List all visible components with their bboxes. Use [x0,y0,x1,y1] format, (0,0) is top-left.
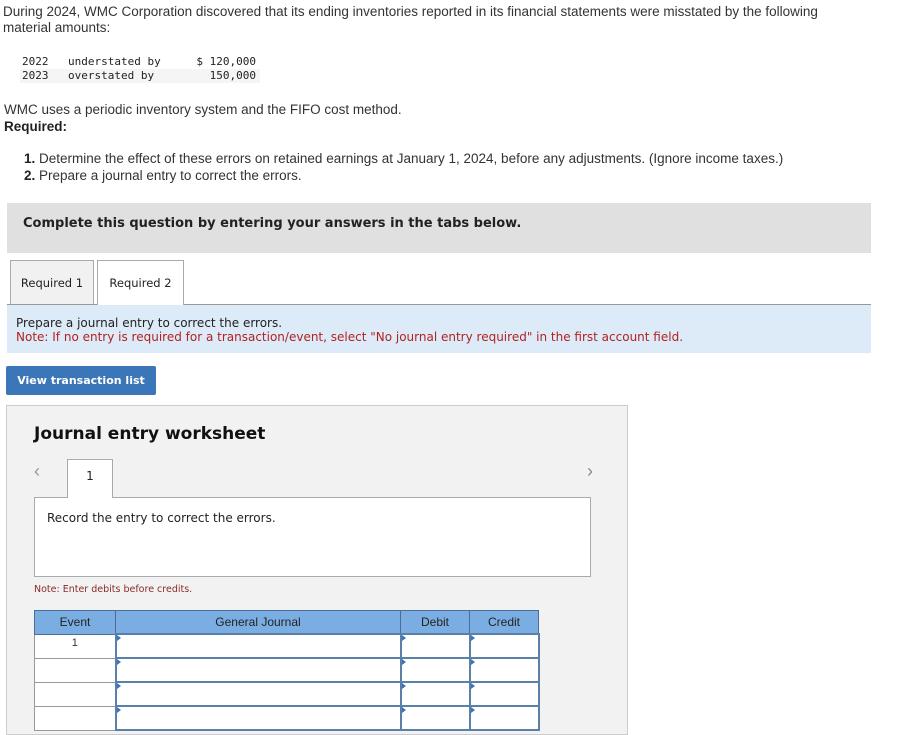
account-input[interactable] [114,681,402,707]
worksheet-title: Journal entry worksheet [34,424,266,444]
description: understated by [68,55,161,68]
column-header-credit: Credit [469,610,539,635]
account-input[interactable] [114,705,402,731]
requirements-list: 1. Determine the effect of these errors … [24,150,783,184]
debit-input[interactable] [399,657,471,683]
credit-input[interactable] [468,657,540,683]
misstatement-table: 2022 understated by $ 120,000 2023 overs… [20,55,260,83]
tab-instructions: Prepare a journal entry to correct the e… [7,305,871,353]
debit-note: Note: Enter debits before credits. [34,584,193,595]
journal-table: Event General Journal Debit Credit 1 [34,610,540,731]
misstatement-row: 2023 overstated by 150,000 [20,69,260,83]
credit-input[interactable] [468,681,540,707]
journal-row [34,705,540,731]
journal-header-row: Event General Journal Debit Credit [34,610,539,635]
tab-required-1[interactable]: Required 1 [10,260,94,304]
requirement-item: 2. Prepare a journal entry to correct th… [24,167,783,184]
record-instruction-box: Record the entry to correct the errors. [34,497,591,577]
view-transaction-list-button[interactable]: View transaction list [6,366,156,395]
journal-row [34,657,540,683]
requirement-text: Prepare a journal entry to correct the e… [39,168,302,183]
record-instruction-text: Record the entry to correct the errors. [47,511,276,525]
journal-row: 1 [34,633,540,659]
requirement-number: 2. [24,168,36,183]
instruction-banner: Complete this question by entering your … [7,203,871,253]
tab-required-2[interactable]: Required 2 [97,260,184,305]
amount: $ 120,000 [196,55,256,68]
journal-row [34,681,540,707]
account-input[interactable] [114,633,402,659]
column-header-event: Event [34,610,116,635]
description: overstated by [64,69,192,83]
method-text: WMC uses a periodic inventory system and… [4,102,402,117]
event-cell [34,705,116,731]
debit-input[interactable] [399,705,471,731]
year: 2023 [20,69,64,83]
column-header-debit: Debit [400,610,470,635]
event-cell [34,657,116,683]
misstatement-row: 2022 understated by $ 120,000 [20,55,260,69]
chevron-left-icon[interactable]: ‹ [34,461,40,482]
credit-input[interactable] [468,633,540,659]
account-input[interactable] [114,657,402,683]
event-cell: 1 [34,633,116,659]
requirement-text: Determine the effect of these errors on … [39,151,784,166]
column-header-general-journal: General Journal [115,610,401,635]
instruction-banner-text: Complete this question by entering your … [23,216,522,231]
event-cell [34,681,116,707]
instruction-text: Prepare a journal entry to correct the e… [16,316,283,330]
journal-entry-worksheet: Journal entry worksheet ‹ 1 › Record the… [6,405,628,735]
debit-input[interactable] [399,633,471,659]
instruction-note: Note: If no entry is required for a tran… [16,330,684,344]
chevron-right-icon[interactable]: › [587,461,593,482]
debit-input[interactable] [399,681,471,707]
worksheet-page-tab[interactable]: 1 [67,459,113,498]
problem-intro: During 2024, WMC Corporation discovered … [3,4,818,35]
requirement-item: 1. Determine the effect of these errors … [24,150,783,167]
required-heading: Required: [4,119,68,134]
amount: 150,000 [192,69,260,83]
requirement-number: 1. [24,151,36,166]
credit-input[interactable] [468,705,540,731]
year: 2022 [22,55,49,68]
